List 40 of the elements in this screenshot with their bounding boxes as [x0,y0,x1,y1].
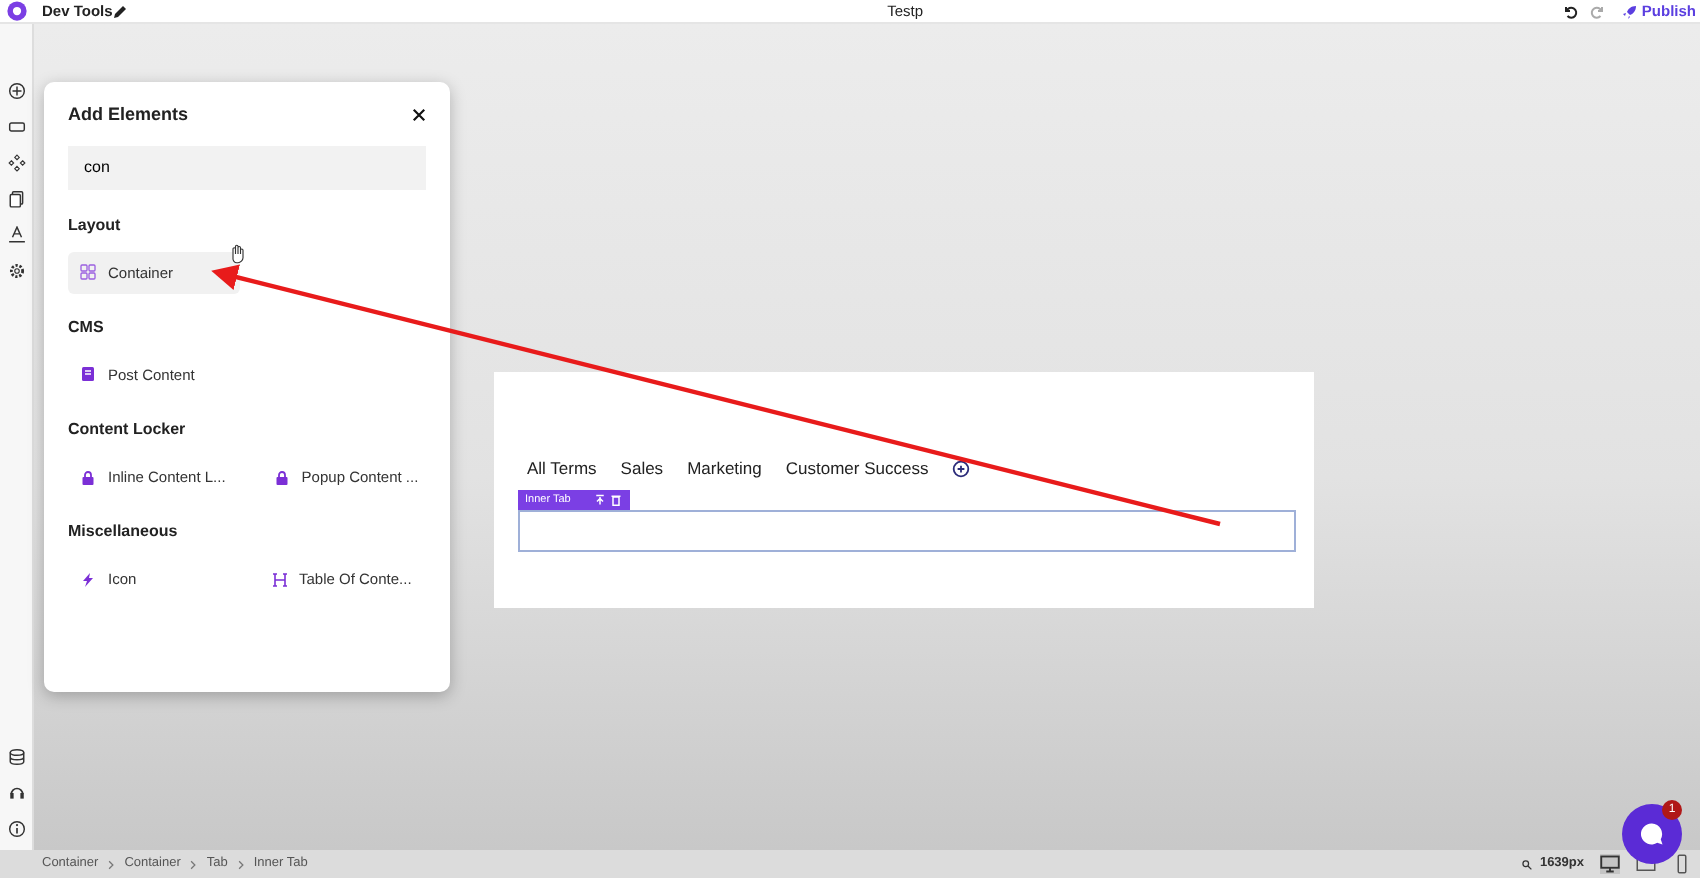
undo-icon[interactable] [1561,3,1578,19]
monitor-icon[interactable] [1600,854,1620,874]
pages-icon[interactable] [7,190,25,208]
collapse-icon[interactable] [594,493,607,506]
panel-title: Add Elements [68,102,189,128]
tab[interactable]: Sales [620,456,664,482]
search-field[interactable]: con [68,145,426,189]
section-heading: CMS [68,315,106,340]
rocket-icon [1621,3,1638,19]
rectangle-icon[interactable] [7,118,25,136]
trash-icon[interactable] [610,493,623,506]
chevron-icon [235,859,246,869]
lock-icon [80,469,96,486]
section-heading: Miscellaneous [68,520,180,545]
settings-icon[interactable] [7,262,25,280]
section-heading: Layout [68,213,123,237]
database-icon[interactable] [7,748,25,766]
chevron-icon [188,859,199,869]
close-icon[interactable] [412,108,426,123]
pencil-icon[interactable] [112,3,129,19]
heading-icon [271,571,287,588]
lock-icon [273,469,290,486]
chat-icon [1638,820,1666,848]
components-icon[interactable] [7,154,25,172]
add-icon[interactable] [7,82,25,100]
grid-icon [80,264,96,281]
headset-icon[interactable] [7,784,25,802]
phone-icon[interactable] [1672,854,1692,874]
search-icon [1521,859,1532,869]
tab[interactable]: Customer Success [785,456,929,482]
hand-cursor-icon [228,243,248,263]
book-icon [80,366,96,383]
section-heading: Content Locker [68,418,188,442]
info-icon[interactable] [7,820,25,838]
tab[interactable]: Marketing [687,456,762,482]
lightning-icon [80,571,96,588]
typography-icon[interactable] [7,226,25,244]
tab[interactable]: All Terms [527,456,597,482]
chevron-icon [106,859,117,869]
add-tab-icon[interactable] [952,459,971,478]
